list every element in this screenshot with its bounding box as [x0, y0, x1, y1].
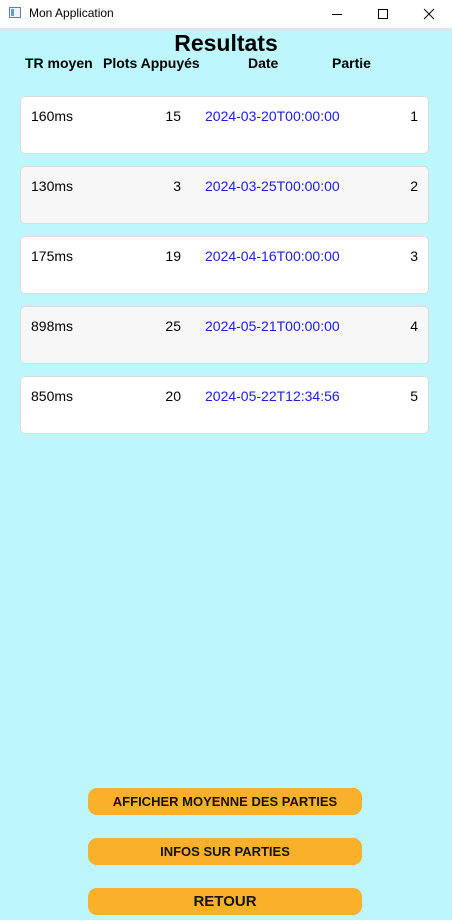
row-plots-appuyes: 20 [165, 388, 181, 404]
page-title: Resultats [174, 30, 278, 56]
minimize-icon [332, 14, 342, 15]
row-date: 2024-03-20T00:00:00 [205, 108, 340, 124]
row-tr-moyen: 130ms [31, 178, 74, 194]
row-date: 2024-05-22T12:34:56 [205, 388, 340, 404]
row-plots-appuyes: 3 [173, 178, 181, 194]
maximize-button[interactable] [360, 0, 406, 28]
row-plots-appuyes: 19 [165, 248, 181, 264]
row-date: 2024-05-21T00:00:00 [205, 318, 340, 334]
window-titlebar: Mon Application [0, 0, 452, 29]
result-row[interactable]: 160ms 15 2024-03-20T00:00:00 1 [20, 96, 429, 154]
column-header-tr-moyen: TR moyen [25, 55, 93, 71]
row-plots-appuyes: 15 [165, 108, 181, 124]
row-tr-moyen: 850ms [31, 388, 74, 404]
row-tr-moyen: 160ms [31, 108, 74, 124]
row-plots-appuyes: 25 [165, 318, 181, 334]
back-button[interactable]: RETOUR [88, 888, 362, 915]
close-button[interactable] [406, 0, 452, 28]
result-row[interactable]: 175ms 19 2024-04-16T00:00:00 3 [20, 236, 429, 294]
row-partie: 4 [410, 318, 418, 334]
row-tr-moyen: 898ms [31, 318, 74, 334]
close-icon [423, 8, 435, 20]
row-partie: 1 [410, 108, 418, 124]
row-date: 2024-04-16T00:00:00 [205, 248, 340, 264]
minimize-button[interactable] [314, 0, 360, 28]
column-header-partie: Partie [332, 55, 371, 71]
row-partie: 2 [410, 178, 418, 194]
row-tr-moyen: 175ms [31, 248, 74, 264]
maximize-icon [378, 9, 388, 19]
result-row[interactable]: 130ms 3 2024-03-25T00:00:00 2 [20, 166, 429, 224]
column-header-plots-appuyes: Plots Appuyés [103, 55, 200, 71]
result-row[interactable]: 898ms 25 2024-05-21T00:00:00 4 [20, 306, 429, 364]
result-row[interactable]: 850ms 20 2024-05-22T12:34:56 5 [20, 376, 429, 434]
game-info-button[interactable]: INFOS SUR PARTIES [88, 838, 362, 865]
row-date: 2024-03-25T00:00:00 [205, 178, 340, 194]
app-icon [9, 7, 21, 18]
window-title: Mon Application [29, 6, 114, 20]
show-average-button[interactable]: AFFICHER MOYENNE DES PARTIES [88, 788, 362, 815]
column-header-date: Date [248, 55, 279, 71]
row-partie: 5 [410, 388, 418, 404]
row-partie: 3 [410, 248, 418, 264]
